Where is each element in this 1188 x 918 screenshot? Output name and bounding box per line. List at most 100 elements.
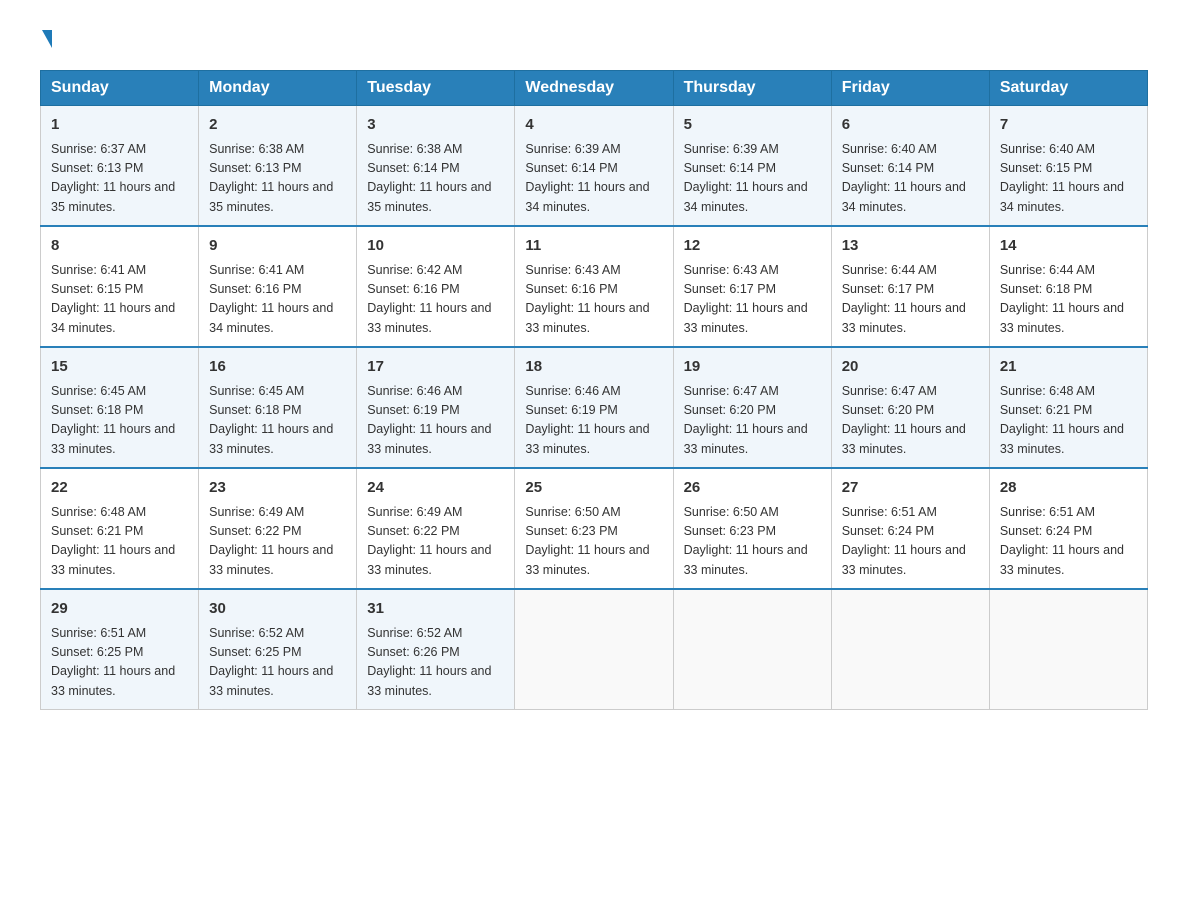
day-info: Sunrise: 6:52 AMSunset: 6:26 PMDaylight:… [367,624,504,702]
table-row: 21 Sunrise: 6:48 AMSunset: 6:21 PMDayligh… [989,347,1147,468]
day-info: Sunrise: 6:41 AMSunset: 6:15 PMDaylight:… [51,261,188,339]
table-row: 27 Sunrise: 6:51 AMSunset: 6:24 PMDayligh… [831,468,989,589]
day-number: 19 [684,356,821,379]
col-saturday: Saturday [989,71,1147,106]
table-row: 4 Sunrise: 6:39 AMSunset: 6:14 PMDaylight… [515,106,673,227]
day-number: 7 [1000,114,1137,137]
day-number: 13 [842,235,979,258]
table-row: 18 Sunrise: 6:46 AMSunset: 6:19 PMDayligh… [515,347,673,468]
table-row: 26 Sunrise: 6:50 AMSunset: 6:23 PMDayligh… [673,468,831,589]
table-row [989,589,1147,710]
day-number: 10 [367,235,504,258]
day-info: Sunrise: 6:44 AMSunset: 6:18 PMDaylight:… [1000,261,1137,339]
table-row: 23 Sunrise: 6:49 AMSunset: 6:22 PMDayligh… [199,468,357,589]
col-friday: Friday [831,71,989,106]
day-number: 15 [51,356,188,379]
day-number: 23 [209,477,346,500]
day-number: 12 [684,235,821,258]
day-info: Sunrise: 6:46 AMSunset: 6:19 PMDaylight:… [367,382,504,460]
page-header [40,30,1148,50]
day-number: 20 [842,356,979,379]
table-row: 25Sunrise: 6:50 AMSunset: 6:23 PMDayligh… [515,468,673,589]
col-monday: Monday [199,71,357,106]
table-row: 12 Sunrise: 6:43 AMSunset: 6:17 PMDayligh… [673,226,831,347]
table-row: 9Sunrise: 6:41 AMSunset: 6:16 PMDaylight… [199,226,357,347]
day-number: 28 [1000,477,1137,500]
day-info: Sunrise: 6:47 AMSunset: 6:20 PMDaylight:… [842,382,979,460]
day-info: Sunrise: 6:43 AMSunset: 6:16 PMDaylight:… [525,261,662,339]
table-row: 15 Sunrise: 6:45 AMSunset: 6:18 PMDayligh… [41,347,199,468]
day-number: 26 [684,477,821,500]
table-row: 10 Sunrise: 6:42 AMSunset: 6:16 PMDayligh… [357,226,515,347]
calendar-week-row: 1 Sunrise: 6:37 AMSunset: 6:13 PMDaylight… [41,106,1148,227]
day-info: Sunrise: 6:43 AMSunset: 6:17 PMDaylight:… [684,261,821,339]
table-row: 1 Sunrise: 6:37 AMSunset: 6:13 PMDaylight… [41,106,199,227]
day-info: Sunrise: 6:42 AMSunset: 6:16 PMDaylight:… [367,261,504,339]
day-info: Sunrise: 6:40 AMSunset: 6:15 PMDaylight:… [1000,140,1137,218]
table-row: 31Sunrise: 6:52 AMSunset: 6:26 PMDayligh… [357,589,515,710]
table-row: 6 Sunrise: 6:40 AMSunset: 6:14 PMDaylight… [831,106,989,227]
logo [40,30,54,50]
col-wednesday: Wednesday [515,71,673,106]
day-number: 2 [209,114,346,137]
table-row: 13 Sunrise: 6:44 AMSunset: 6:17 PMDayligh… [831,226,989,347]
day-info: Sunrise: 6:48 AMSunset: 6:21 PMDaylight:… [51,503,188,581]
day-number: 27 [842,477,979,500]
day-info: Sunrise: 6:51 AMSunset: 6:24 PMDaylight:… [1000,503,1137,581]
table-row: 28 Sunrise: 6:51 AMSunset: 6:24 PMDayligh… [989,468,1147,589]
table-row: 5 Sunrise: 6:39 AMSunset: 6:14 PMDaylight… [673,106,831,227]
table-row: 22 Sunrise: 6:48 AMSunset: 6:21 PMDayligh… [41,468,199,589]
table-row: 7 Sunrise: 6:40 AMSunset: 6:15 PMDaylight… [989,106,1147,227]
day-number: 17 [367,356,504,379]
day-info: Sunrise: 6:49 AMSunset: 6:22 PMDaylight:… [367,503,504,581]
day-info: Sunrise: 6:49 AMSunset: 6:22 PMDaylight:… [209,503,346,581]
day-number: 18 [525,356,662,379]
calendar-week-row: 15 Sunrise: 6:45 AMSunset: 6:18 PMDayligh… [41,347,1148,468]
logo-triangle-icon [42,30,52,48]
day-info: Sunrise: 6:40 AMSunset: 6:14 PMDaylight:… [842,140,979,218]
day-number: 6 [842,114,979,137]
day-info: Sunrise: 6:46 AMSunset: 6:19 PMDaylight:… [525,382,662,460]
day-info: Sunrise: 6:47 AMSunset: 6:20 PMDaylight:… [684,382,821,460]
calendar-table: Sunday Monday Tuesday Wednesday Thursday… [40,70,1148,710]
col-tuesday: Tuesday [357,71,515,106]
day-number: 21 [1000,356,1137,379]
day-info: Sunrise: 6:39 AMSunset: 6:14 PMDaylight:… [684,140,821,218]
table-row: 30 Sunrise: 6:52 AMSunset: 6:25 PMDayligh… [199,589,357,710]
day-info: Sunrise: 6:50 AMSunset: 6:23 PMDaylight:… [684,503,821,581]
day-info: Sunrise: 6:48 AMSunset: 6:21 PMDaylight:… [1000,382,1137,460]
day-info: Sunrise: 6:51 AMSunset: 6:24 PMDaylight:… [842,503,979,581]
col-sunday: Sunday [41,71,199,106]
day-info: Sunrise: 6:44 AMSunset: 6:17 PMDaylight:… [842,261,979,339]
table-row: 2 Sunrise: 6:38 AMSunset: 6:13 PMDaylight… [199,106,357,227]
day-info: Sunrise: 6:38 AMSunset: 6:14 PMDaylight:… [367,140,504,218]
table-row: 29 Sunrise: 6:51 AMSunset: 6:25 PMDayligh… [41,589,199,710]
day-info: Sunrise: 6:52 AMSunset: 6:25 PMDaylight:… [209,624,346,702]
table-row: 3 Sunrise: 6:38 AMSunset: 6:14 PMDaylight… [357,106,515,227]
table-row: 16 Sunrise: 6:45 AMSunset: 6:18 PMDayligh… [199,347,357,468]
day-number: 4 [525,114,662,137]
day-number: 5 [684,114,821,137]
day-info: Sunrise: 6:51 AMSunset: 6:25 PMDaylight:… [51,624,188,702]
day-info: Sunrise: 6:45 AMSunset: 6:18 PMDaylight:… [209,382,346,460]
day-number: 16 [209,356,346,379]
table-row: 20 Sunrise: 6:47 AMSunset: 6:20 PMDayligh… [831,347,989,468]
day-info: Sunrise: 6:41 AMSunset: 6:16 PMDaylight:… [209,261,346,339]
day-info: Sunrise: 6:45 AMSunset: 6:18 PMDaylight:… [51,382,188,460]
day-info: Sunrise: 6:39 AMSunset: 6:14 PMDaylight:… [525,140,662,218]
day-number: 1 [51,114,188,137]
day-number: 29 [51,598,188,621]
table-row [673,589,831,710]
day-info: Sunrise: 6:38 AMSunset: 6:13 PMDaylight:… [209,140,346,218]
day-number: 14 [1000,235,1137,258]
day-number: 3 [367,114,504,137]
table-row: 19 Sunrise: 6:47 AMSunset: 6:20 PMDayligh… [673,347,831,468]
table-row [515,589,673,710]
day-number: 24 [367,477,504,500]
table-row: 17 Sunrise: 6:46 AMSunset: 6:19 PMDayligh… [357,347,515,468]
day-number: 8 [51,235,188,258]
day-info: Sunrise: 6:37 AMSunset: 6:13 PMDaylight:… [51,140,188,218]
day-number: 30 [209,598,346,621]
table-row: 8 Sunrise: 6:41 AMSunset: 6:15 PMDaylight… [41,226,199,347]
day-number: 22 [51,477,188,500]
